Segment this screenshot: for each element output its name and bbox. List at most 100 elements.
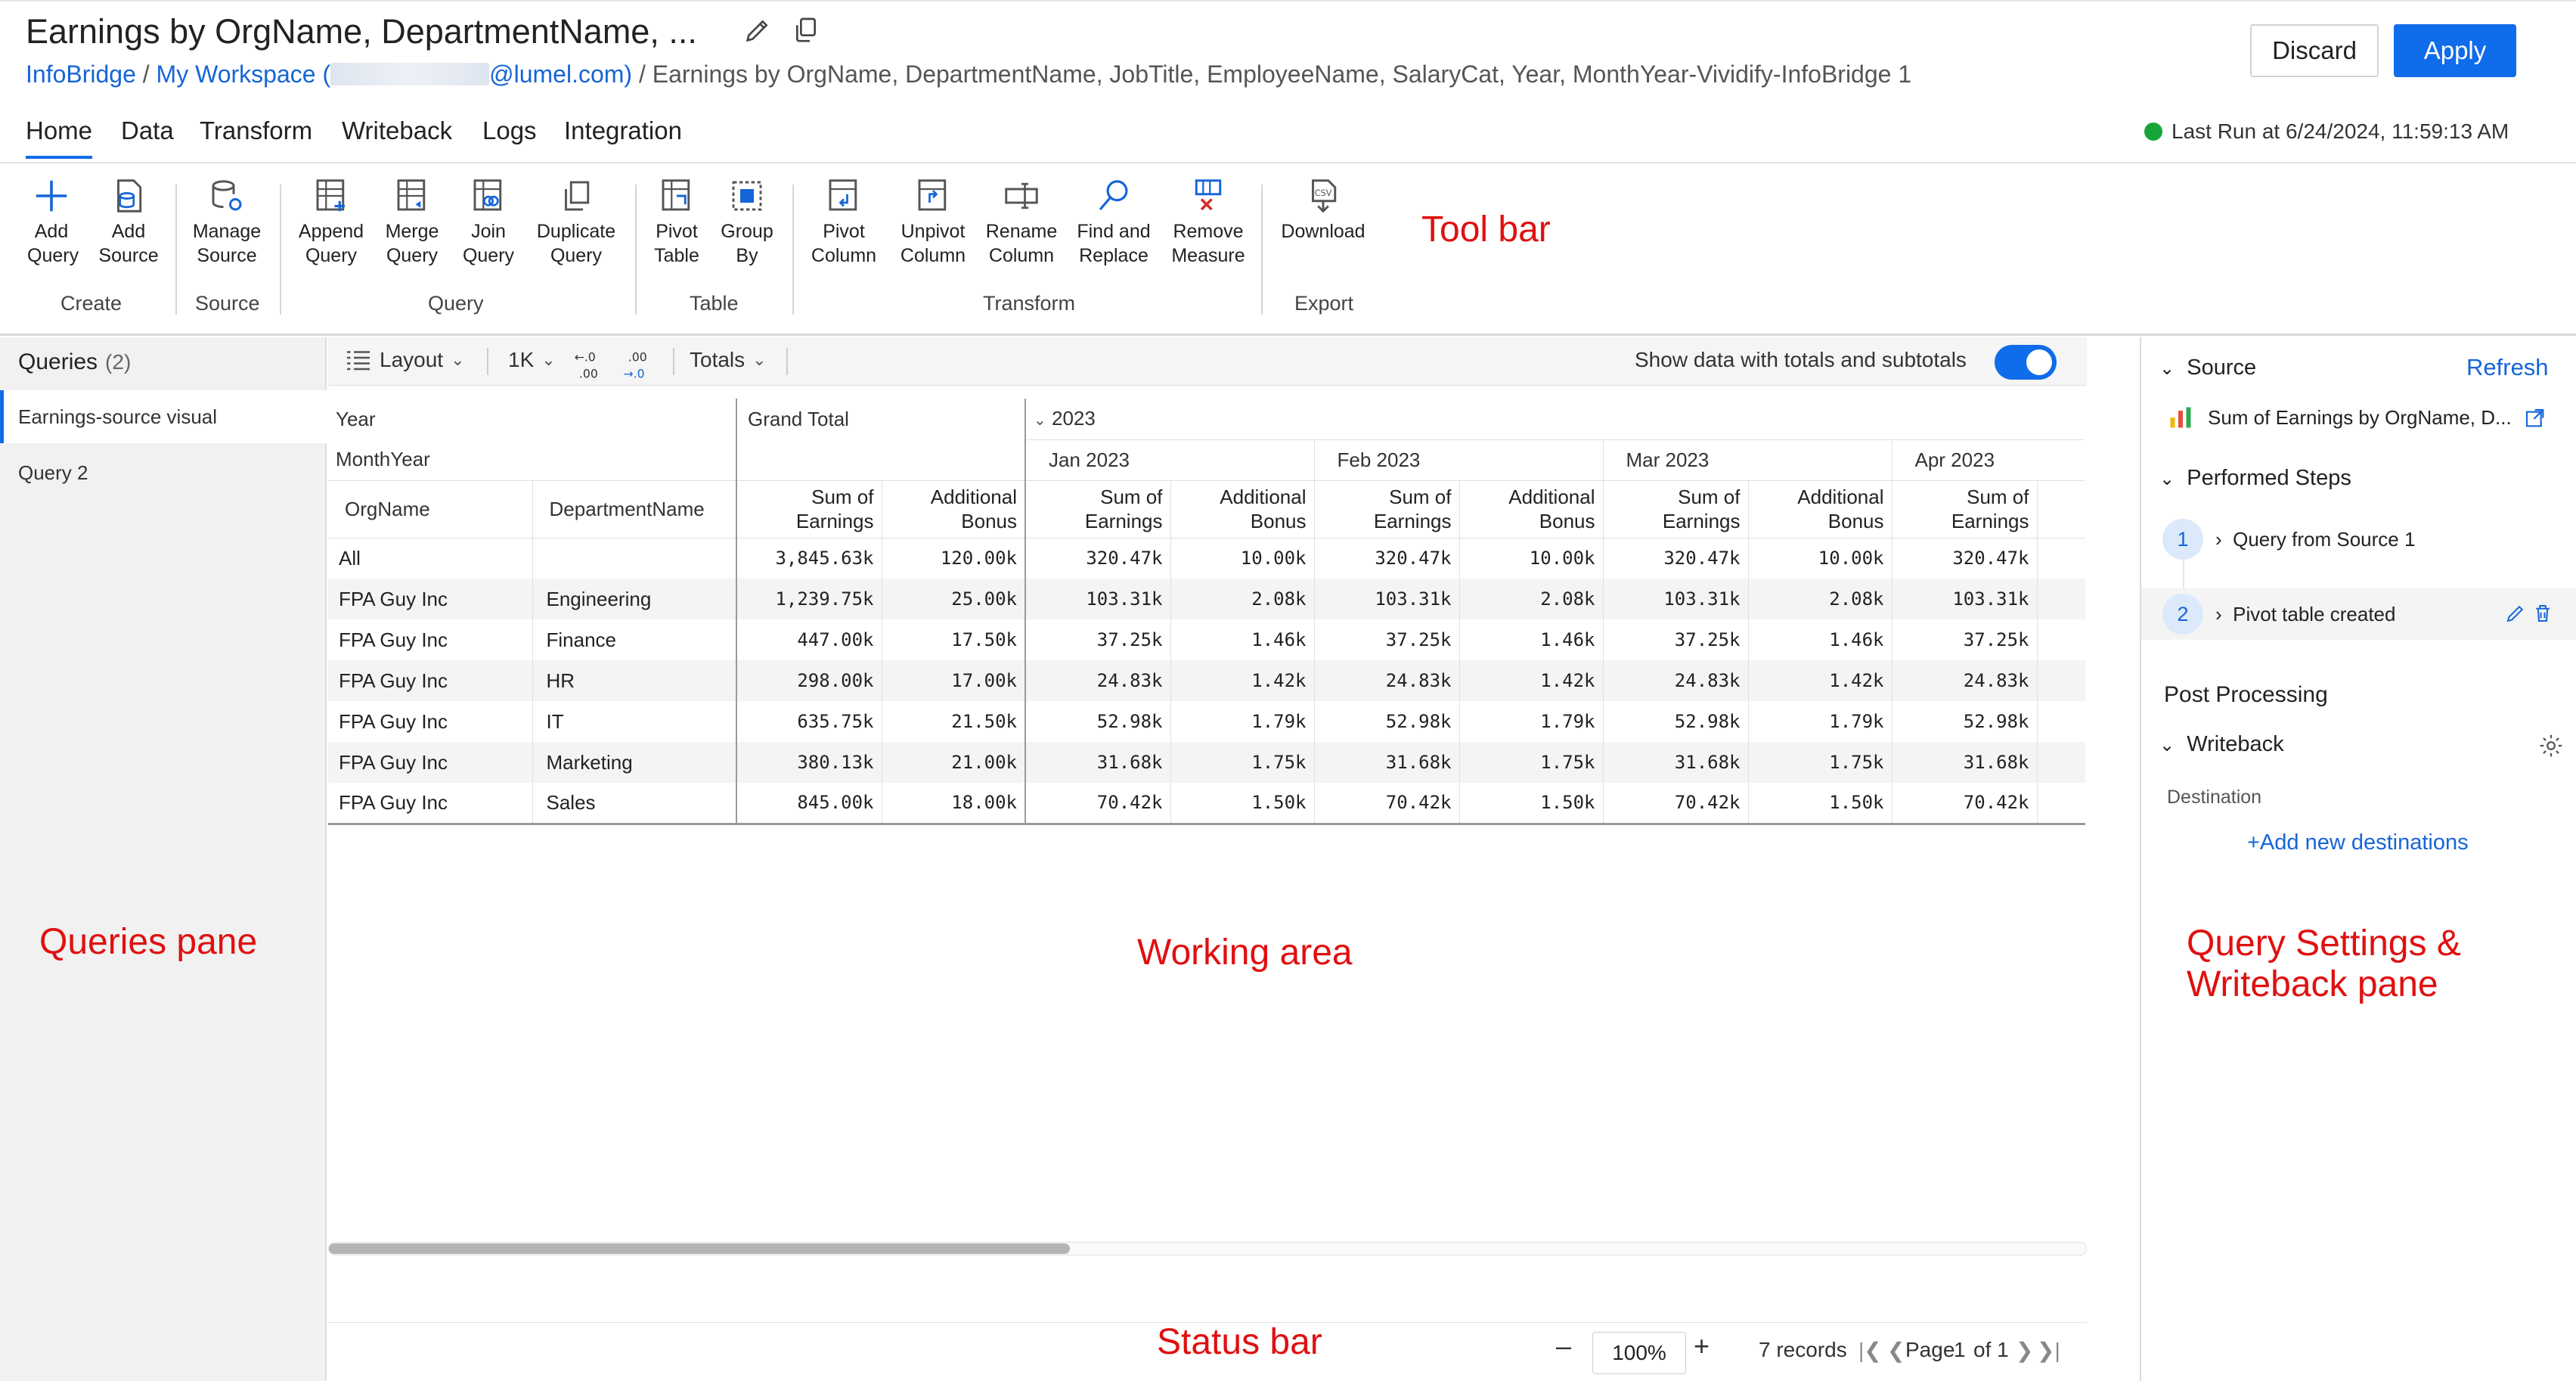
add-query-button[interactable]: Add Query xyxy=(27,175,79,268)
pivot-table-button[interactable]: Pivot Table xyxy=(650,175,703,268)
tab-logs[interactable]: Logs xyxy=(482,116,537,156)
cell-value: 845.00k xyxy=(736,783,882,825)
gear-icon[interactable] xyxy=(2537,732,2565,759)
column-header-orgname[interactable]: OrgName xyxy=(328,480,533,538)
breadcrumb-workspace[interactable]: My Workspace (@lumel.com) xyxy=(157,61,633,88)
pivot-column-button[interactable]: Pivot Column xyxy=(808,175,880,268)
first-page-icon[interactable]: |❮ xyxy=(1858,1338,1882,1363)
last-page-icon[interactable]: ❯| xyxy=(2037,1338,2060,1363)
layout-dropdown[interactable]: Layout ⌄ xyxy=(345,348,465,372)
group-by-button[interactable]: Group By xyxy=(718,175,776,268)
measure-header-additional-bonus[interactable]: Additional Bonus xyxy=(1170,480,1315,538)
source-section-header[interactable]: ⌄ Source xyxy=(2159,355,2256,380)
horizontal-scrollbar[interactable] xyxy=(328,1242,2087,1255)
measure-header-additional-bonus[interactable]: Additional Bonus xyxy=(882,480,1026,538)
query-item[interactable]: Query 2 xyxy=(0,446,327,499)
append-query-button[interactable]: Append Query xyxy=(296,175,366,268)
apply-button[interactable]: Apply xyxy=(2394,24,2516,77)
cell-partial xyxy=(2037,538,2085,579)
cell-value: 70.42k xyxy=(1025,783,1171,825)
totals-dropdown[interactable]: Totals ⌄ xyxy=(690,348,767,372)
download-button[interactable]: CSV Download xyxy=(1276,175,1370,244)
column-header-departmentname[interactable]: DepartmentName xyxy=(532,480,737,538)
month-header: Mar 2023 xyxy=(1603,439,1892,481)
status-bar: Status bar – 100% + 7 records |❮ ❮ Page … xyxy=(328,1322,2087,1381)
show-totals-toggle[interactable] xyxy=(1995,345,2057,380)
add-source-button[interactable]: Add Source xyxy=(98,175,159,268)
cell-value: 24.83k xyxy=(1603,660,1749,701)
zoom-out-icon[interactable]: – xyxy=(1556,1330,1571,1362)
tab-writeback[interactable]: Writeback xyxy=(342,116,452,156)
zoom-in-icon[interactable]: + xyxy=(1694,1330,1710,1362)
open-external-icon[interactable] xyxy=(2524,407,2548,431)
writeback-section-header[interactable]: ⌄ Writeback xyxy=(2159,732,2284,757)
merge-query-button[interactable]: Merge Query xyxy=(381,175,443,268)
queries-title: Queries xyxy=(18,349,98,374)
month-header: Apr 2023 xyxy=(1892,439,2085,481)
duplicate-query-button[interactable]: Duplicate Query xyxy=(532,175,620,268)
toolbar-divider xyxy=(792,185,794,315)
performed-steps-title: Performed Steps xyxy=(2187,466,2351,490)
breadcrumb-infobridge[interactable]: InfoBridge xyxy=(26,61,136,88)
measure-line: Sum of xyxy=(1967,486,2029,508)
refresh-link[interactable]: Refresh xyxy=(2466,354,2549,381)
decrease-decimal-icon[interactable]: ←.0.00 xyxy=(572,348,608,381)
row-limit-dropdown[interactable]: 1K ⌄ xyxy=(508,348,556,372)
toolbar-divider xyxy=(1261,185,1263,315)
cell-value: 1,239.75k xyxy=(736,579,882,619)
cell-orgname: FPA Guy Inc xyxy=(328,579,533,619)
manage-source-button[interactable]: Manage Source xyxy=(189,175,265,268)
work-toolbar: Layout ⌄ 1K ⌄ ←.0.00 .00 →.0 Totals ⌄ Sho… xyxy=(328,337,2087,386)
measure-header-sum-earnings[interactable]: Sum of Earnings xyxy=(1025,480,1171,538)
pencil-icon[interactable] xyxy=(742,15,773,45)
add-query-label-1: Add xyxy=(34,221,69,242)
find-replace-button[interactable]: Find and Replace xyxy=(1074,175,1154,268)
tab-integration[interactable]: Integration xyxy=(564,116,682,156)
year-group-header[interactable]: ⌄ 2023 xyxy=(1025,399,2085,440)
scrollbar-thumb[interactable] xyxy=(329,1243,1070,1254)
measure-header-additional-bonus[interactable]: Additional Bonus xyxy=(1748,480,1892,538)
measure-header-sum-earnings[interactable]: Sum of Earnings xyxy=(1603,480,1749,538)
unpivot-column-button[interactable]: Unpivot Column xyxy=(895,175,971,268)
cell-orgname: All xyxy=(328,538,533,579)
add-query-label-2: Query xyxy=(27,245,79,266)
edit-step-icon[interactable] xyxy=(2504,602,2527,625)
duplicate-query-label-1: Duplicate xyxy=(536,221,616,242)
performed-steps-header[interactable]: ⌄ Performed Steps xyxy=(2159,466,2351,491)
tab-transform[interactable]: Transform xyxy=(200,116,312,156)
source-item[interactable]: Sum of Earnings by OrgName, D... xyxy=(2167,404,2512,431)
query-item[interactable]: Earnings-source visual xyxy=(0,390,327,443)
measure-header-sum-earnings[interactable]: Sum of Earnings xyxy=(1314,480,1460,538)
chevron-down-icon[interactable]: ⌄ xyxy=(1034,412,1046,429)
copy-icon[interactable] xyxy=(791,15,821,45)
page-number[interactable]: 1 xyxy=(1954,1338,1966,1362)
remove-measure-button[interactable]: Remove Measure xyxy=(1169,175,1248,268)
cell-value: 37.25k xyxy=(1603,619,1749,660)
status-dot-icon xyxy=(2144,123,2162,141)
pivot-grid: Year Grand Total ⌄ 2023 MonthYear Jan 20… xyxy=(328,399,2085,825)
add-destination-link[interactable]: +Add new destinations xyxy=(2247,830,2469,855)
svg-text:.00: .00 xyxy=(628,349,647,364)
zoom-input[interactable]: 100% xyxy=(1592,1332,1686,1374)
increase-decimal-icon[interactable]: .00 →.0 xyxy=(623,348,659,381)
measure-header-sum-earnings[interactable]: Sum of Earnings xyxy=(1892,480,2038,538)
prev-page-icon[interactable]: ❮ xyxy=(1887,1338,1905,1363)
step-item[interactable]: › Query from Source 1 xyxy=(2215,528,2415,551)
breadcrumb: InfoBridge / My Workspace (@lumel.com) /… xyxy=(26,61,1911,88)
join-query-button[interactable]: Join Query xyxy=(458,175,519,268)
step-item[interactable]: › Pivot table created xyxy=(2215,603,2395,626)
measure-header-additional-bonus[interactable]: Additional Bonus xyxy=(1459,480,1604,538)
cell-value: 10.00k xyxy=(1170,538,1315,579)
grid-body: All 3,845.63k 120.00k 320.47k 10.00k 320.47k 1… xyxy=(328,538,2085,825)
month-header: Jan 2023 xyxy=(1025,439,1315,481)
next-page-icon[interactable]: ❯ xyxy=(2016,1338,2033,1363)
rename-column-button[interactable]: Rename Column xyxy=(984,175,1059,268)
download-label: Download xyxy=(1281,221,1365,242)
discard-button[interactable]: Discard xyxy=(2250,24,2379,77)
tab-data[interactable]: Data xyxy=(121,116,174,156)
chevron-down-icon: ⌄ xyxy=(541,350,556,369)
cell-value: 1.42k xyxy=(1459,660,1604,701)
tab-home[interactable]: Home xyxy=(26,116,93,159)
delete-step-icon[interactable] xyxy=(2531,602,2554,625)
measure-header-sum-earnings[interactable]: Sum of Earnings xyxy=(736,480,882,538)
